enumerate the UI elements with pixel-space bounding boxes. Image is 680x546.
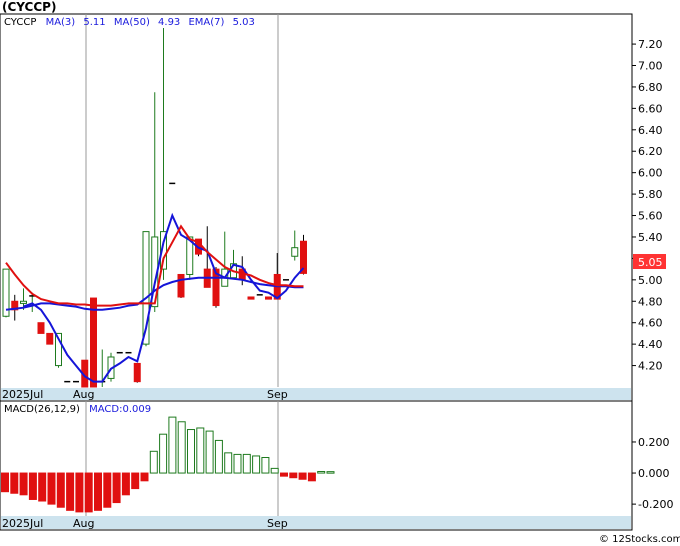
candle-body	[37, 322, 45, 334]
stock-chart: 4.204.404.604.805.005.205.405.605.806.00…	[0, 0, 680, 545]
macd-bar	[28, 472, 37, 500]
macd-y-tick-label: 0.200	[638, 436, 670, 449]
candle-body	[291, 247, 299, 257]
candle-body	[265, 296, 272, 300]
macd-bar	[280, 472, 288, 477]
macd-bar	[112, 472, 121, 504]
price-y-tick-label: 6.20	[638, 145, 663, 158]
macd-bar	[317, 470, 326, 474]
price-y-tick-label: 6.00	[638, 167, 663, 180]
legend-ema7-value: 5.03	[233, 17, 255, 28]
candle-body	[46, 332, 54, 345]
macd-bar	[84, 472, 93, 513]
price-y-tick-label: 5.00	[638, 274, 663, 287]
macd-bar	[1, 472, 9, 493]
macd-bar	[214, 439, 223, 474]
price-y-tick-label: 4.40	[638, 338, 663, 351]
candle-body	[177, 273, 185, 298]
candle-body	[20, 300, 27, 304]
price-axis-band	[1, 388, 631, 400]
legend-ma3-value: 5.11	[83, 17, 105, 28]
macd-bar	[224, 452, 233, 474]
macd-params: MACD(26,12,9)	[4, 404, 80, 415]
candle-body	[247, 296, 255, 300]
price-y-tick-label: 6.40	[638, 124, 663, 137]
macd-bar	[159, 433, 168, 474]
macd-bar	[298, 472, 307, 480]
price-y-tick-label: 6.60	[638, 102, 663, 115]
macd-bar	[307, 472, 316, 482]
price-y-tick-label: 7.00	[638, 60, 663, 73]
macd-bar	[75, 472, 84, 513]
macd-bar	[103, 472, 112, 508]
macd-bar	[10, 472, 19, 494]
price-month-label-aug: Aug	[73, 388, 94, 401]
macd-bar	[38, 472, 47, 502]
macd-bar	[196, 427, 205, 474]
macd-bar	[19, 472, 28, 496]
macd-bar	[47, 472, 56, 505]
candle-body	[133, 362, 141, 383]
macd-bar	[131, 472, 140, 490]
legend-symbol: CYCCP	[4, 17, 36, 28]
macd-bar	[261, 457, 270, 474]
macd-axis-band	[1, 516, 631, 529]
watermark: © 12Stocks.com	[599, 534, 680, 545]
macd-month-label-aug: Aug	[73, 517, 94, 530]
macd-legend: MACD(26,12,9) MACD:0.009	[4, 404, 151, 415]
candle-body	[90, 297, 97, 388]
price-month-label-sep: Sep	[267, 388, 288, 401]
macd-bar	[242, 453, 251, 474]
macd-bar	[140, 472, 149, 482]
price-y-tick-label: 5.40	[638, 231, 663, 244]
macd-bar	[66, 472, 75, 511]
price-month-label-jul: 2025Jul	[2, 388, 43, 401]
macd-bar	[233, 453, 242, 474]
macd-bar	[149, 450, 158, 474]
price-y-tick-label: 5.60	[638, 210, 663, 223]
price-y-tick-label: 4.60	[638, 317, 663, 330]
macd-bar	[94, 472, 102, 511]
macd-bar	[121, 472, 130, 496]
price-y-tick-label: 4.80	[638, 295, 663, 308]
macd-bar	[56, 472, 65, 508]
macd-bar	[326, 471, 335, 474]
macd-month-label-jul: 2025Jul	[2, 517, 43, 530]
macd-bar	[252, 455, 261, 474]
macd-bar	[187, 429, 195, 474]
macd-bar	[289, 472, 298, 479]
price-y-axis: 4.204.404.604.805.005.205.405.605.806.00…	[632, 38, 663, 373]
macd-bar	[270, 467, 279, 474]
macd-bar	[168, 416, 177, 474]
legend-ma3-label: MA(3)	[46, 17, 76, 28]
price-y-tick-label: 5.80	[638, 188, 663, 201]
price-y-tick-label: 4.20	[638, 360, 663, 373]
price-y-tick-label: 7.20	[638, 38, 663, 51]
macd-bar	[205, 430, 214, 474]
macd-value: MACD:0.009	[89, 404, 151, 415]
legend-ma50-value: 4.93	[158, 17, 180, 28]
legend-ma50-label: MA(50)	[114, 17, 150, 28]
last-price-label: 5.05	[638, 256, 663, 269]
macd-y-tick-label: 0.000	[638, 467, 670, 480]
chart-title: (CYCCP)	[2, 0, 56, 14]
macd-month-label-sep: Sep	[267, 517, 288, 530]
macd-y-tick-label: -0.200	[638, 498, 673, 511]
macd-bar	[177, 421, 186, 474]
legend-ema7-label: EMA(7)	[188, 17, 224, 28]
price-y-tick-label: 6.80	[638, 81, 663, 94]
macd-y-axis: 0.200 0.000 -0.200	[632, 436, 673, 511]
